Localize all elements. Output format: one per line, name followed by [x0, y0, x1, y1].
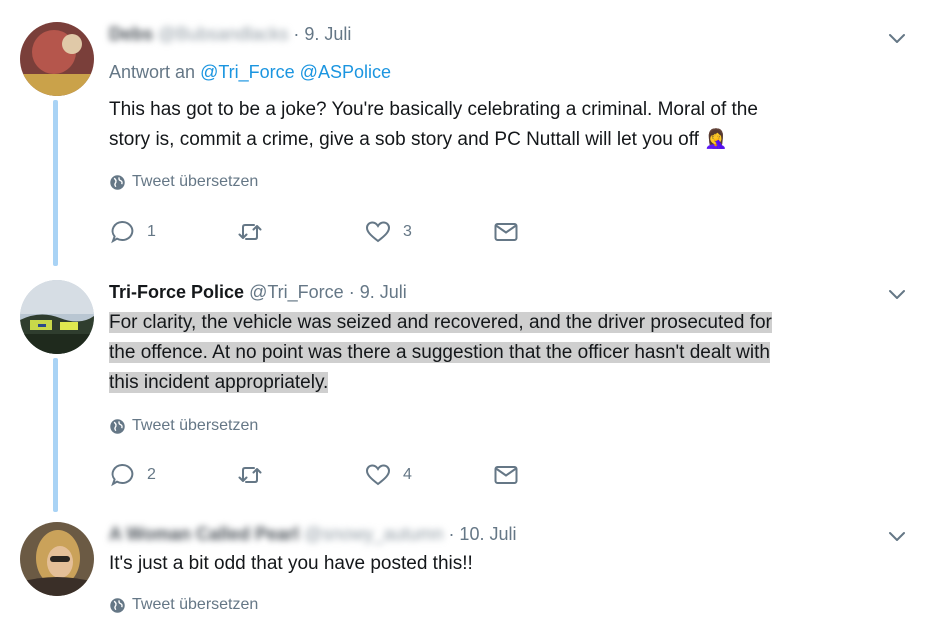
tweet-1[interactable]: Debs @Bubsandlacks · 9. Juli Antwort an …	[0, 0, 951, 266]
tweet-3[interactable]: A Woman Called Pearl @snowy_autumn · 10.…	[0, 502, 951, 634]
reply-icon	[111, 220, 134, 244]
reply-to: Antwort an @Tri_Force @ASPolice	[109, 62, 391, 83]
tweet-text-line: the offence. At no point was there a sug…	[109, 342, 770, 363]
reply-to-label: Antwort an	[109, 62, 196, 82]
user-handle[interactable]: @snowy_autumn	[304, 524, 443, 544]
like-count: 4	[403, 466, 412, 483]
tweet-date[interactable]: · 9. Juli	[293, 24, 351, 44]
avatar[interactable]	[20, 22, 94, 96]
envelope-icon	[494, 223, 518, 241]
translate-label[interactable]: Tweet übersetzen	[132, 417, 258, 435]
translate-link[interactable]: Tweet übersetzen	[109, 596, 258, 614]
like-button[interactable]: 4	[365, 462, 493, 488]
chevron-down-icon[interactable]	[887, 526, 907, 546]
user-handle[interactable]: @Bubsandlacks	[158, 24, 288, 44]
reply-count: 1	[147, 223, 156, 240]
retweet-icon	[238, 224, 262, 240]
user-name[interactable]: A Woman Called Pearl	[109, 524, 299, 544]
facepalm-emoji: 🤦‍♀️	[704, 129, 728, 150]
tweet-date[interactable]: · 9. Juli	[349, 282, 407, 302]
retweet-icon	[238, 467, 262, 483]
like-button[interactable]: 3	[365, 219, 493, 245]
user-name[interactable]: Debs	[109, 24, 153, 44]
avatar[interactable]	[20, 280, 94, 354]
thread-line	[53, 100, 58, 266]
chevron-down-icon[interactable]	[887, 284, 907, 304]
envelope-icon	[494, 466, 518, 484]
dm-button[interactable]	[493, 462, 621, 488]
tweet-text: For clarity, the vehicle was seized and …	[109, 308, 772, 398]
tweet-text-line: It's just a bit odd that you have posted…	[109, 553, 473, 574]
reply-count: 2	[147, 466, 156, 483]
globe-icon	[110, 174, 125, 190]
thread-line	[53, 358, 58, 512]
retweet-button[interactable]	[237, 462, 365, 488]
tweet-date[interactable]: · 10. Juli	[448, 524, 516, 544]
chevron-down-icon[interactable]	[887, 28, 907, 48]
reply-button[interactable]: 1	[109, 219, 237, 245]
action-bar: 1 3	[109, 219, 621, 245]
heart-icon	[365, 464, 391, 486]
translate-label[interactable]: Tweet übersetzen	[132, 596, 258, 614]
tweet-header: Debs @Bubsandlacks · 9. Juli	[109, 22, 351, 46]
tweet-text: It's just a bit odd that you have posted…	[109, 549, 473, 579]
tweet-2[interactable]: Tri-Force Police @Tri_Force · 9. Juli Fo…	[0, 262, 951, 512]
tweet-header: A Woman Called Pearl @snowy_autumn · 10.…	[109, 522, 516, 546]
user-handle[interactable]: @Tri_Force	[249, 282, 344, 302]
tweet-text-line: story is, commit a crime, give a sob sto…	[109, 129, 699, 150]
tweet-text: This has got to be a joke? You're basica…	[109, 95, 758, 155]
user-name[interactable]: Tri-Force Police	[109, 282, 244, 302]
translate-link[interactable]: Tweet übersetzen	[109, 417, 258, 435]
translate-link[interactable]: Tweet übersetzen	[109, 173, 258, 191]
dm-button[interactable]	[493, 219, 621, 245]
reply-to-handles[interactable]: @Tri_Force @ASPolice	[200, 62, 391, 82]
action-bar: 2 4	[109, 462, 621, 488]
globe-icon	[110, 597, 125, 613]
tweet-text-line: This has got to be a joke? You're basica…	[109, 99, 758, 120]
tweet-text-line: this incident appropriately.	[109, 372, 329, 393]
reply-button[interactable]: 2	[109, 462, 237, 488]
tweet-text-line: For clarity, the vehicle was seized and …	[109, 312, 772, 333]
retweet-button[interactable]	[237, 219, 365, 245]
avatar[interactable]	[20, 522, 94, 596]
reply-icon	[111, 463, 134, 487]
globe-icon	[110, 418, 125, 434]
translate-label[interactable]: Tweet übersetzen	[132, 173, 258, 191]
tweet-header: Tri-Force Police @Tri_Force · 9. Juli	[109, 280, 407, 304]
like-count: 3	[403, 223, 412, 240]
heart-icon	[365, 221, 391, 243]
